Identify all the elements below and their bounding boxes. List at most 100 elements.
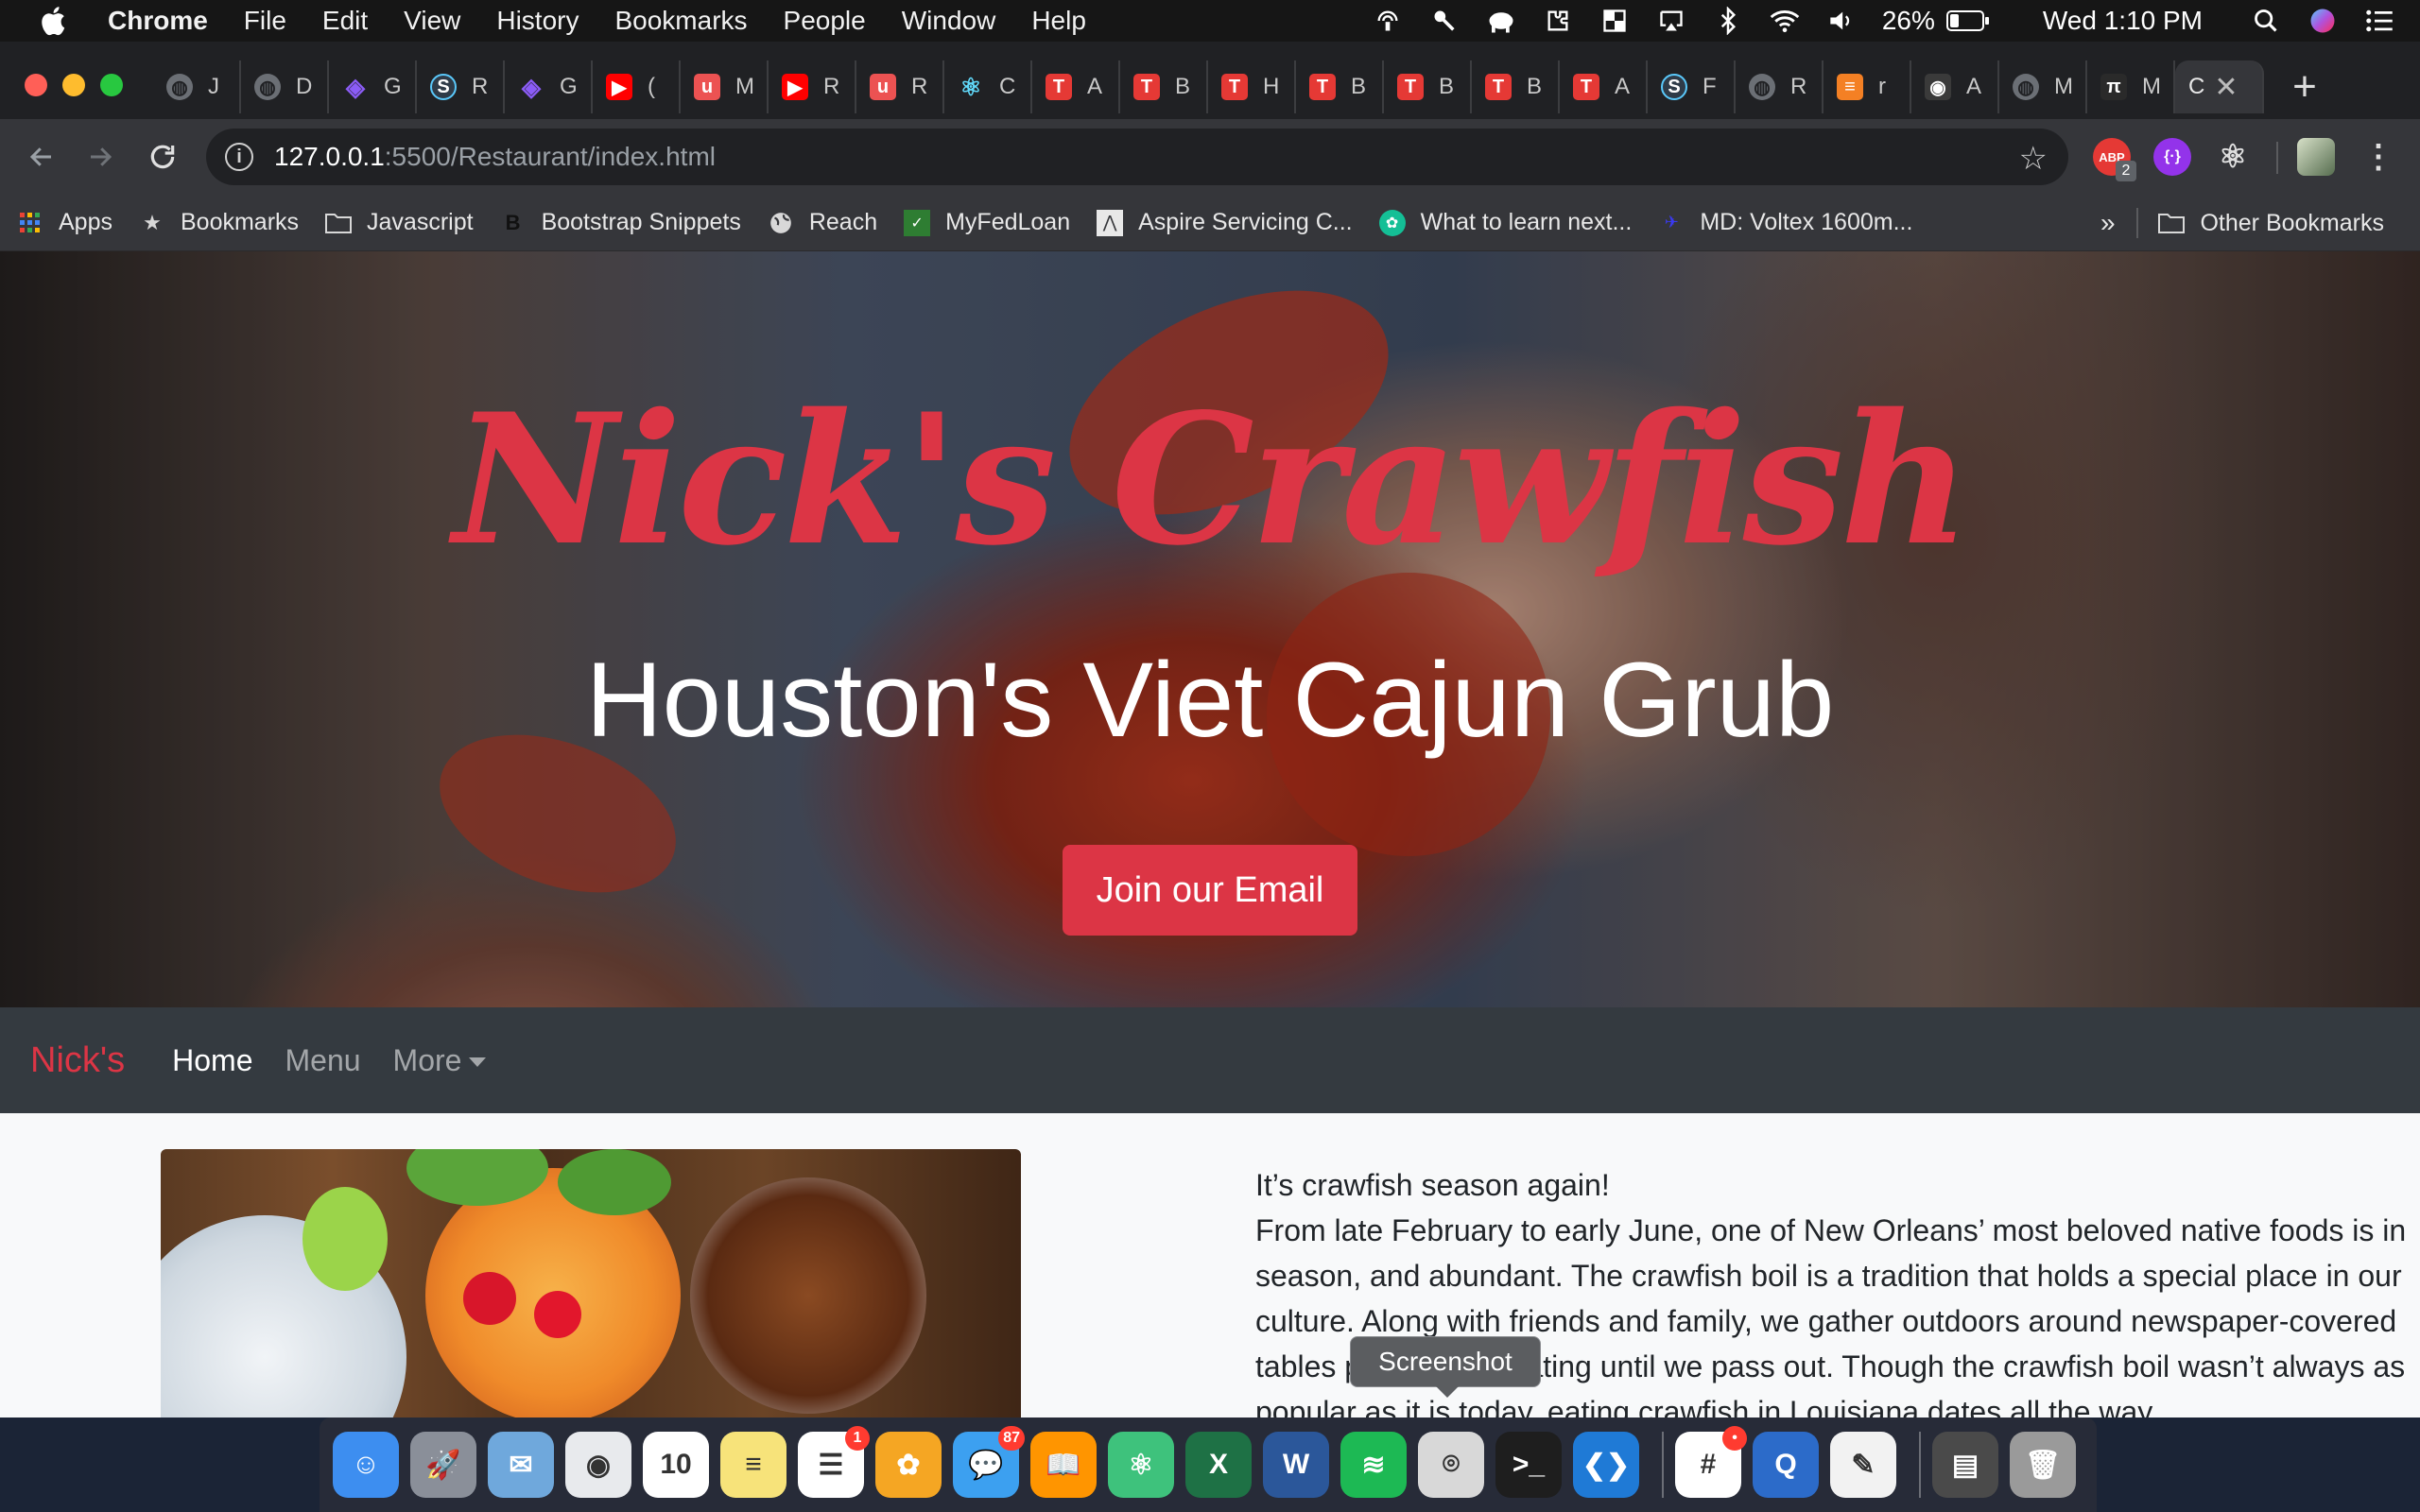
- bookmark-bookmarks[interactable]: ★ Bookmarks: [139, 209, 299, 236]
- calendar-icon[interactable]: 10: [643, 1432, 709, 1498]
- page-viewport[interactable]: Nick's Crawfish Houston's Viet Cajun Gru…: [0, 251, 2420, 1418]
- browser-tab[interactable]: TB: [1296, 60, 1384, 113]
- bookmark-myfedloan[interactable]: ✓ MyFedLoan: [904, 209, 1070, 236]
- forward-button[interactable]: [78, 134, 123, 180]
- messages-icon[interactable]: 💬 87: [953, 1426, 1025, 1498]
- browser-tab[interactable]: ◍ M: [1999, 60, 2087, 113]
- browser-tab[interactable]: ⚛ C: [944, 60, 1032, 113]
- reminders-icon[interactable]: ☰ 1: [798, 1426, 870, 1498]
- profile-avatar[interactable]: [2297, 138, 2335, 176]
- info-icon[interactable]: i: [225, 143, 253, 171]
- back-button[interactable]: [19, 134, 64, 180]
- bookmark-md-voltex[interactable]: ✈ MD: Voltex 1600m...: [1658, 209, 1913, 236]
- nav-link-home[interactable]: Home: [172, 1043, 252, 1078]
- bookmark-bootstrap-snippets[interactable]: B Bootstrap Snippets: [499, 209, 741, 236]
- quicktime-icon[interactable]: Q: [1753, 1432, 1819, 1498]
- notification-center-icon[interactable]: [2363, 7, 2395, 35]
- browser-tab[interactable]: TA: [1032, 60, 1120, 113]
- photos-icon[interactable]: ✿: [875, 1432, 942, 1498]
- browser-tab[interactable]: uM: [681, 60, 769, 113]
- browser-tab[interactable]: TB: [1120, 60, 1208, 113]
- chrome-menu-icon[interactable]: ⋮: [2360, 138, 2397, 176]
- menubar-clock[interactable]: Wed 1:10 PM: [2043, 6, 2203, 36]
- bookmark-reach[interactable]: Reach: [768, 209, 877, 236]
- browser-tab[interactable]: ◈ G: [329, 60, 417, 113]
- menu-file[interactable]: File: [244, 6, 286, 36]
- window-grid-icon[interactable]: [1599, 7, 1631, 35]
- battery-icon[interactable]: [1945, 7, 1990, 35]
- browser-tab[interactable]: SR: [417, 60, 505, 113]
- browser-tab[interactable]: ▶(: [593, 60, 681, 113]
- new-tab-button[interactable]: +: [2278, 60, 2331, 113]
- join-email-button[interactable]: Join our Email: [1063, 845, 1357, 936]
- volume-icon[interactable]: [1825, 7, 1858, 35]
- browser-tab[interactable]: ◍ J: [153, 60, 241, 113]
- extension-purple-icon[interactable]: {·}: [2153, 138, 2191, 176]
- browser-tab[interactable]: ◍ D: [241, 60, 329, 113]
- browser-tab[interactable]: TA: [1560, 60, 1648, 113]
- menu-edit[interactable]: Edit: [322, 6, 368, 36]
- word-icon[interactable]: W: [1263, 1432, 1329, 1498]
- bookmark-javascript[interactable]: Javascript: [325, 209, 474, 236]
- bookmark-apps[interactable]: Apps: [17, 209, 112, 236]
- browser-tab[interactable]: ◉ A: [1911, 60, 1999, 113]
- keys-icon[interactable]: [1428, 7, 1461, 35]
- terminal-icon[interactable]: >_: [1495, 1432, 1562, 1498]
- spotify-icon[interactable]: ≋: [1340, 1432, 1407, 1498]
- apple-logo-icon[interactable]: [38, 4, 72, 38]
- browser-tab[interactable]: ◈ G: [505, 60, 593, 113]
- wifi-icon[interactable]: [1769, 7, 1801, 35]
- menu-view[interactable]: View: [404, 6, 460, 36]
- spotlight-search-icon[interactable]: [2250, 7, 2282, 35]
- browser-tab[interactable]: TB: [1472, 60, 1560, 113]
- menu-people[interactable]: People: [784, 6, 866, 36]
- close-tab-icon[interactable]: ✕: [2214, 71, 2238, 104]
- menu-bookmarks[interactable]: Bookmarks: [614, 6, 747, 36]
- reload-button[interactable]: [140, 134, 185, 180]
- excel-icon[interactable]: X: [1185, 1432, 1252, 1498]
- textedit-icon[interactable]: ✎: [1830, 1432, 1896, 1498]
- screenshot-icon[interactable]: ⌾: [1418, 1432, 1484, 1498]
- browser-tab[interactable]: SF: [1648, 60, 1736, 113]
- menu-help[interactable]: Help: [1031, 6, 1086, 36]
- notes-icon[interactable]: ≡: [720, 1432, 786, 1498]
- other-bookmarks-folder[interactable]: Other Bookmarks: [2158, 195, 2384, 251]
- siri-icon[interactable]: [2307, 7, 2339, 35]
- browser-tab[interactable]: ≡ r: [1824, 60, 1911, 113]
- active-browser-tab[interactable]: C ✕: [2175, 60, 2264, 113]
- trash-icon[interactable]: 🗑: [2010, 1432, 2076, 1498]
- nav-dropdown-more[interactable]: More: [393, 1043, 487, 1078]
- airplay-icon[interactable]: [1655, 7, 1687, 35]
- close-window-button[interactable]: [25, 74, 47, 96]
- books-icon[interactable]: 📖: [1030, 1432, 1097, 1498]
- address-bar[interactable]: i 127.0.0.1:5500/Restaurant/index.html ☆: [206, 129, 2068, 185]
- browser-tab[interactable]: TH: [1208, 60, 1296, 113]
- puzzle-icon[interactable]: [1542, 7, 1574, 35]
- elephant-icon[interactable]: [1485, 7, 1517, 35]
- minimize-window-button[interactable]: [62, 74, 85, 96]
- bookmark-aspire[interactable]: ⋀ Aspire Servicing C...: [1097, 209, 1353, 236]
- bookmark-what-to-learn[interactable]: ✿ What to learn next...: [1378, 209, 1632, 236]
- mail-icon[interactable]: ✉: [488, 1432, 554, 1498]
- menu-history[interactable]: History: [496, 6, 579, 36]
- finder-icon[interactable]: ☺: [333, 1432, 399, 1498]
- browser-tab[interactable]: TB: [1384, 60, 1472, 113]
- downloads-stack-icon[interactable]: ▤: [1932, 1432, 1998, 1498]
- bookmarks-overflow-button[interactable]: »: [2100, 195, 2116, 251]
- nav-link-menu[interactable]: Menu: [285, 1043, 361, 1078]
- hotspot-icon[interactable]: [1372, 7, 1404, 35]
- bluetooth-icon[interactable]: [1712, 7, 1744, 35]
- bookmark-star-icon[interactable]: ☆: [2019, 140, 2048, 178]
- zoom-window-button[interactable]: [100, 74, 123, 96]
- chrome-icon[interactable]: ◉: [565, 1432, 631, 1498]
- react-devtools-icon[interactable]: ⚛: [2214, 138, 2252, 176]
- menu-window[interactable]: Window: [902, 6, 996, 36]
- launchpad-icon[interactable]: 🚀: [410, 1432, 476, 1498]
- browser-tab[interactable]: πM: [2087, 60, 2175, 113]
- browser-tab[interactable]: ▶ R: [769, 60, 856, 113]
- slack-icon[interactable]: # •: [1675, 1426, 1747, 1498]
- navbar-brand[interactable]: Nick's: [30, 1040, 125, 1081]
- atom-icon[interactable]: ⚛: [1108, 1432, 1174, 1498]
- menu-app-name[interactable]: Chrome: [108, 6, 208, 36]
- browser-tab[interactable]: ◍ R: [1736, 60, 1824, 113]
